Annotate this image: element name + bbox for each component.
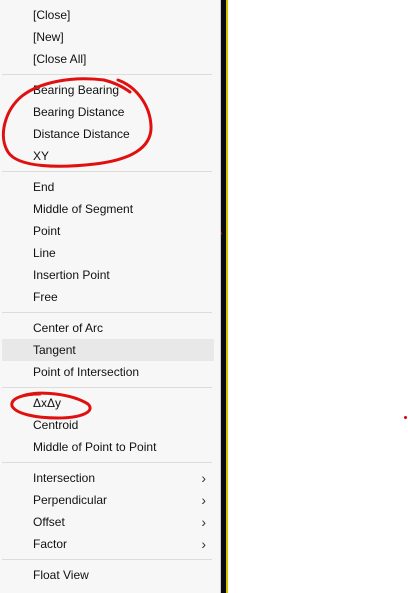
menu-separator [2,559,212,560]
menu-item-distance-distance[interactable]: Distance Distance [2,123,214,145]
menu-item-point-of-intersection[interactable]: Point of Intersection [2,361,214,383]
menu-item-middle-of-segment[interactable]: Middle of Segment [2,198,214,220]
menu-separator [2,74,212,75]
menu-item-centroid[interactable]: Centroid [2,414,214,436]
menu-item-tangent[interactable]: Tangent [2,339,214,361]
menu-item-new[interactable]: [New] [2,26,214,48]
osnap-context-menu: [Close] [New] [Close All] Bearing Bearin… [0,0,221,593]
menu-item-center-of-arc[interactable]: Center of Arc [2,317,214,339]
chevron-right-icon: › [201,492,206,508]
menu-item-intersection[interactable]: Intersection › [2,467,214,489]
menu-item-middle-of-point-to-point[interactable]: Middle of Point to Point [2,436,214,458]
canvas-edge-line [226,0,228,593]
menu-item-free[interactable]: Free [2,286,214,308]
menu-item-factor[interactable]: Factor › [2,533,214,555]
menu-item-close[interactable]: [Close] [2,4,214,26]
menu-separator [2,462,212,463]
menu-item-perpendicular[interactable]: Perpendicular › [2,489,214,511]
menu-separator [2,312,212,313]
menu-item-line[interactable]: Line [2,242,214,264]
menu-separator [2,387,212,388]
menu-item-insertion-point[interactable]: Insertion Point [2,264,214,286]
menu-item-xy[interactable]: XY [2,145,214,167]
menu-item-end[interactable]: End [2,176,214,198]
menu-item-offset[interactable]: Offset › [2,511,214,533]
menu-item-close-all[interactable]: [Close All] [2,48,214,70]
chevron-right-icon: › [201,514,206,530]
menu-item-bearing-bearing[interactable]: Bearing Bearing [2,79,214,101]
menu-separator [2,171,212,172]
chevron-right-icon: › [201,536,206,552]
menu-item-float-view[interactable]: Float View [2,564,214,586]
menu-item-delta-x-delta-y[interactable]: ΔxΔy [2,392,214,414]
menu-item-point[interactable]: Point [2,220,214,242]
chevron-right-icon: › [201,470,206,486]
canvas-marker [404,416,407,419]
menu-item-bearing-distance[interactable]: Bearing Distance [2,101,214,123]
